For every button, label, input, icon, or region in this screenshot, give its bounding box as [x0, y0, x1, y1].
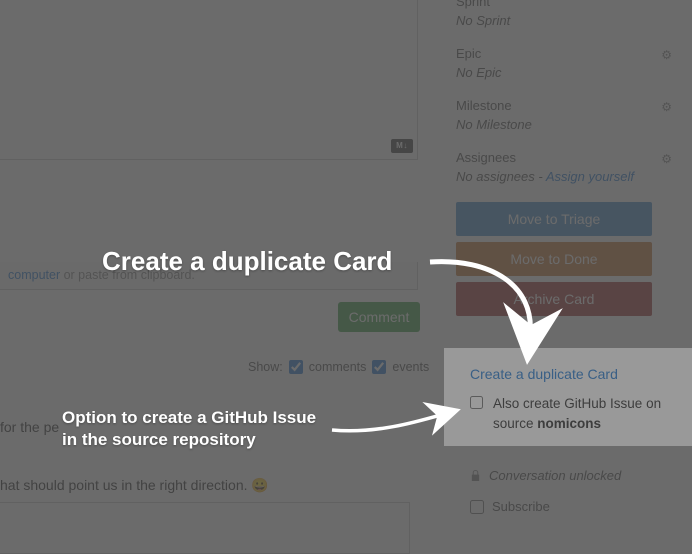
assignees-section: Assignees No assignees - Assign yourself… [456, 150, 672, 184]
sprint-section: Sprint No Sprint [456, 0, 672, 28]
subscribe-row[interactable]: Subscribe [456, 499, 676, 514]
also-create-issue-row[interactable]: Also create GitHub Issue on source nomic… [470, 394, 672, 433]
callout-duplicate-title: Create a duplicate Card [102, 246, 392, 277]
subscribe-label: Subscribe [492, 499, 550, 514]
comment-button[interactable]: Comment [338, 302, 420, 332]
reply-textarea[interactable] [0, 502, 410, 554]
also-create-issue-label: Also create GitHub Issue on source nomic… [493, 394, 672, 433]
milestone-value: No Milestone [456, 117, 672, 132]
arrow-top-icon [420, 250, 560, 360]
milestone-section: Milestone No Milestone ⚙ [456, 98, 672, 132]
also-create-issue-checkbox[interactable] [470, 395, 483, 410]
source-repo-name: nomicons [537, 416, 601, 431]
subscribe-checkbox[interactable] [470, 500, 484, 514]
show-comments-checkbox[interactable] [289, 360, 303, 374]
epic-section: Epic No Epic ⚙ [456, 46, 672, 80]
show-events-label: events [392, 360, 429, 374]
comment-textarea[interactable]: M↓ [0, 0, 418, 160]
lock-text: Conversation unlocked [489, 468, 621, 483]
gear-icon[interactable]: ⚙ [661, 100, 672, 114]
markdown-icon: M↓ [391, 139, 413, 153]
assignees-prefix: No assignees - [456, 169, 546, 184]
thread-fragment-2: hat should point us in the right directi… [0, 477, 269, 494]
show-comments-label: comments [309, 360, 367, 374]
show-label: Show: [248, 360, 283, 374]
epic-value: No Epic [456, 65, 672, 80]
conversation-lock-row[interactable]: Conversation unlocked [456, 468, 676, 483]
thread-fragment-1: for the pe [0, 419, 59, 435]
gear-icon[interactable]: ⚙ [661, 152, 672, 166]
move-to-triage-button[interactable]: Move to Triage [456, 202, 652, 236]
milestone-heading: Milestone [456, 98, 672, 113]
callout-github-issue: Option to create a GitHub Issue in the s… [62, 407, 316, 451]
arrow-bottom-icon [326, 400, 456, 440]
sprint-heading: Sprint [456, 0, 672, 9]
attach-computer-link[interactable]: computer [8, 268, 60, 282]
epic-heading: Epic [456, 46, 672, 61]
create-duplicate-link[interactable]: Create a duplicate Card [470, 366, 672, 382]
show-events-checkbox[interactable] [372, 360, 386, 374]
assignees-heading: Assignees [456, 150, 672, 165]
sprint-value: No Sprint [456, 13, 672, 28]
assign-yourself-link[interactable]: Assign yourself [546, 169, 634, 184]
show-filter-row: Show: comments events [248, 360, 429, 374]
lock-icon [470, 469, 481, 482]
callout-line1: Option to create a GitHub Issue [62, 407, 316, 429]
gear-icon[interactable]: ⚙ [661, 48, 672, 62]
duplicate-card-popover: Create a duplicate Card Also create GitH… [444, 348, 692, 446]
assignees-value: No assignees - Assign yourself [456, 169, 672, 184]
callout-line2: in the source repository [62, 429, 316, 451]
